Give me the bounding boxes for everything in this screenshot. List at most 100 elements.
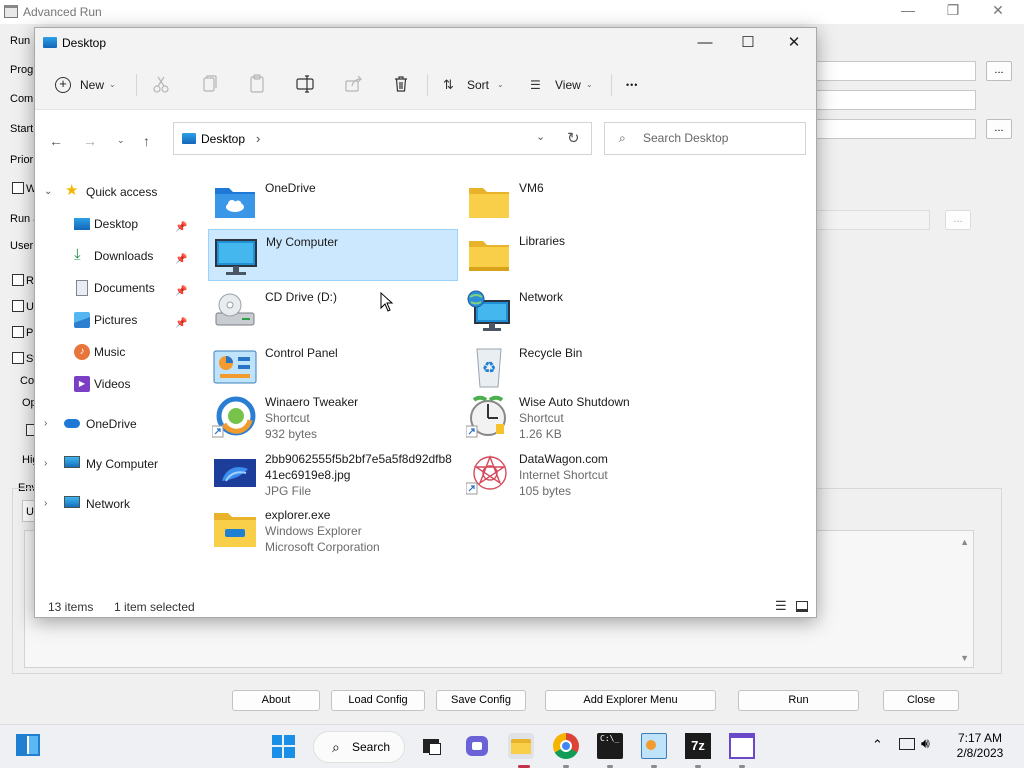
folder-front-shape [511, 743, 531, 754]
up-arrow-icon[interactable]: ↑ [143, 133, 150, 149]
browse-start-button[interactable]: ... [986, 119, 1012, 139]
details-view-icon[interactable]: ☰ [775, 598, 787, 614]
chrome-icon[interactable] [553, 733, 579, 759]
nav-item-downloads[interactable]: ⤓ Downloads 📌 [35, 245, 200, 267]
start-button[interactable] [272, 735, 295, 758]
tile-explorer-exe[interactable]: explorer.exe Windows Explorer Microsoft … [208, 503, 458, 559]
tile-libraries[interactable]: Libraries [462, 229, 712, 281]
checkbox-r[interactable] [12, 274, 24, 286]
tile-wise-auto-shutdown[interactable]: Wise Auto Shutdown Shortcut 1.26 KB [462, 390, 712, 446]
run-button[interactable]: Run [738, 690, 859, 711]
save-config-button[interactable]: Save Config [436, 690, 526, 711]
program-field[interactable] [816, 61, 976, 81]
minimize-button[interactable]: — [683, 31, 727, 55]
sort-button-label: Sort [467, 78, 490, 92]
add-explorer-menu-button[interactable]: Add Explorer Menu [545, 690, 716, 711]
maximize-button[interactable]: ☐ [726, 31, 770, 55]
browse-program-button[interactable]: ... [986, 61, 1012, 81]
search-input[interactable] [643, 131, 793, 145]
address-path[interactable]: Desktop [201, 132, 245, 146]
tile-cd-drive[interactable]: CD Drive (D:) [208, 285, 458, 337]
address-bar[interactable]: Desktop › ⌄ ↻ [173, 122, 592, 155]
chevron-down-icon: ⌄ [497, 80, 504, 89]
nav-item-my-computer[interactable]: › My Computer [35, 453, 200, 475]
taskbar-search-button[interactable]: ⌕ Search [313, 731, 405, 763]
more-options-button[interactable]: ••• [626, 72, 648, 98]
about-button[interactable]: About [232, 690, 320, 711]
task-view-icon[interactable] [420, 733, 446, 759]
scroll-up-icon[interactable]: ▲ [960, 537, 969, 547]
chat-teams-icon[interactable] [464, 733, 490, 759]
share-icon[interactable] [339, 70, 367, 98]
control-panel-taskbar-icon[interactable] [641, 733, 667, 759]
expanded-chevron-icon[interactable]: ⌄ [44, 181, 52, 203]
nav-quick-access[interactable]: ⌄ ★ Quick access [35, 181, 200, 203]
minimize-button[interactable]: — [893, 2, 923, 22]
run-as-field[interactable] [816, 210, 930, 230]
clock[interactable]: 7:17 AM 2/8/2023 [950, 731, 1010, 761]
tile-name: 2bb9062555f5b2bf7e5a5f8d92dfb841ec6919e8… [265, 452, 452, 482]
tile-my-computer[interactable]: My Computer [208, 229, 458, 281]
tile-control-panel[interactable]: Control Panel [208, 341, 458, 393]
tile-onedrive[interactable]: OneDrive [208, 176, 458, 228]
load-config-button[interactable]: Load Config [331, 690, 425, 711]
tile-vm6[interactable]: VM6 [462, 176, 712, 228]
maximize-button[interactable]: ❐ [938, 2, 968, 22]
nav-item-videos[interactable]: ▶ Videos [35, 373, 200, 395]
nav-item-desktop[interactable]: Desktop 📌 [35, 213, 200, 235]
copy-icon[interactable] [195, 70, 223, 98]
new-button[interactable]: + New ⌄ [53, 72, 123, 98]
delete-icon[interactable] [387, 70, 415, 98]
recent-locations-chevron-icon[interactable]: ⌄ [117, 135, 125, 146]
terminal-icon[interactable]: C:\_ [597, 733, 623, 759]
breadcrumb-separator[interactable]: › [256, 131, 260, 146]
close-button[interactable]: Close [883, 690, 959, 711]
pin-icon: 📌 [175, 286, 188, 297]
tile-network[interactable]: Network [462, 285, 712, 337]
tile-datawagon[interactable]: DataWagon.com Internet Shortcut 105 byte… [462, 447, 712, 503]
refresh-icon[interactable]: ↻ [567, 129, 580, 147]
show-hidden-icons-chevron[interactable]: ⌃ [872, 737, 883, 753]
tile-name: Recycle Bin [519, 346, 583, 360]
address-history-chevron-icon[interactable]: ⌄ [536, 130, 545, 143]
collapsed-chevron-icon[interactable]: › [44, 413, 47, 435]
checkbox-u[interactable] [12, 300, 24, 312]
advanced-run-taskbar-icon[interactable] [729, 733, 755, 759]
nav-item-onedrive[interactable]: › OneDrive [35, 413, 200, 435]
collapsed-chevron-icon[interactable]: › [44, 493, 47, 515]
checkbox-p[interactable] [12, 326, 24, 338]
checkbox-w[interactable] [12, 182, 24, 194]
start-field[interactable] [816, 119, 976, 139]
tile-winaero-tweaker[interactable]: Winaero Tweaker Shortcut 932 bytes [208, 390, 458, 446]
chevron-down-icon: ⌄ [109, 80, 116, 89]
cut-icon[interactable] [147, 70, 175, 98]
collapsed-chevron-icon[interactable]: › [44, 453, 47, 475]
tile-jpg-file[interactable]: 2bb9062555f5b2bf7e5a5f8d92dfb841ec6919e8… [208, 447, 458, 499]
search-box[interactable]: ⌕ [604, 122, 806, 155]
tile-publisher: Microsoft Corporation [265, 540, 380, 554]
tiles-view-icon[interactable] [796, 601, 808, 612]
explorer-exe-icon [214, 513, 256, 547]
browse-run-as-button[interactable]: ... [945, 210, 971, 230]
show-desktop-widget-icon[interactable] [16, 734, 40, 756]
checkbox-st[interactable] [12, 352, 24, 364]
volume-tray-icon[interactable]: 🔊︎ [921, 735, 930, 752]
command-field[interactable] [816, 90, 976, 110]
nav-item-pictures[interactable]: Pictures 📌 [35, 309, 200, 331]
nav-item-network[interactable]: › Network [35, 493, 200, 515]
network-tray-icon[interactable] [899, 738, 915, 750]
tile-recycle-bin[interactable]: ♻ Recycle Bin [462, 341, 712, 393]
scroll-down-icon[interactable]: ▼ [960, 653, 969, 663]
file-explorer-taskbar-icon[interactable] [508, 733, 534, 759]
paste-icon[interactable] [243, 70, 271, 98]
nav-item-documents[interactable]: Documents 📌 [35, 277, 200, 299]
view-button[interactable]: ☰ View ⌄ [530, 72, 600, 98]
rename-icon[interactable] [291, 70, 319, 98]
forward-arrow-icon[interactable]: → [83, 133, 97, 149]
nav-item-music[interactable]: ♪ Music [35, 341, 200, 363]
close-window-button[interactable]: ✕ [983, 2, 1013, 22]
7zip-icon[interactable]: 7z [685, 733, 711, 759]
back-arrow-icon[interactable]: ← [49, 133, 63, 149]
close-window-button[interactable]: ✕ [772, 31, 816, 55]
sort-button[interactable]: ⇅ Sort ⌄ [443, 72, 513, 98]
